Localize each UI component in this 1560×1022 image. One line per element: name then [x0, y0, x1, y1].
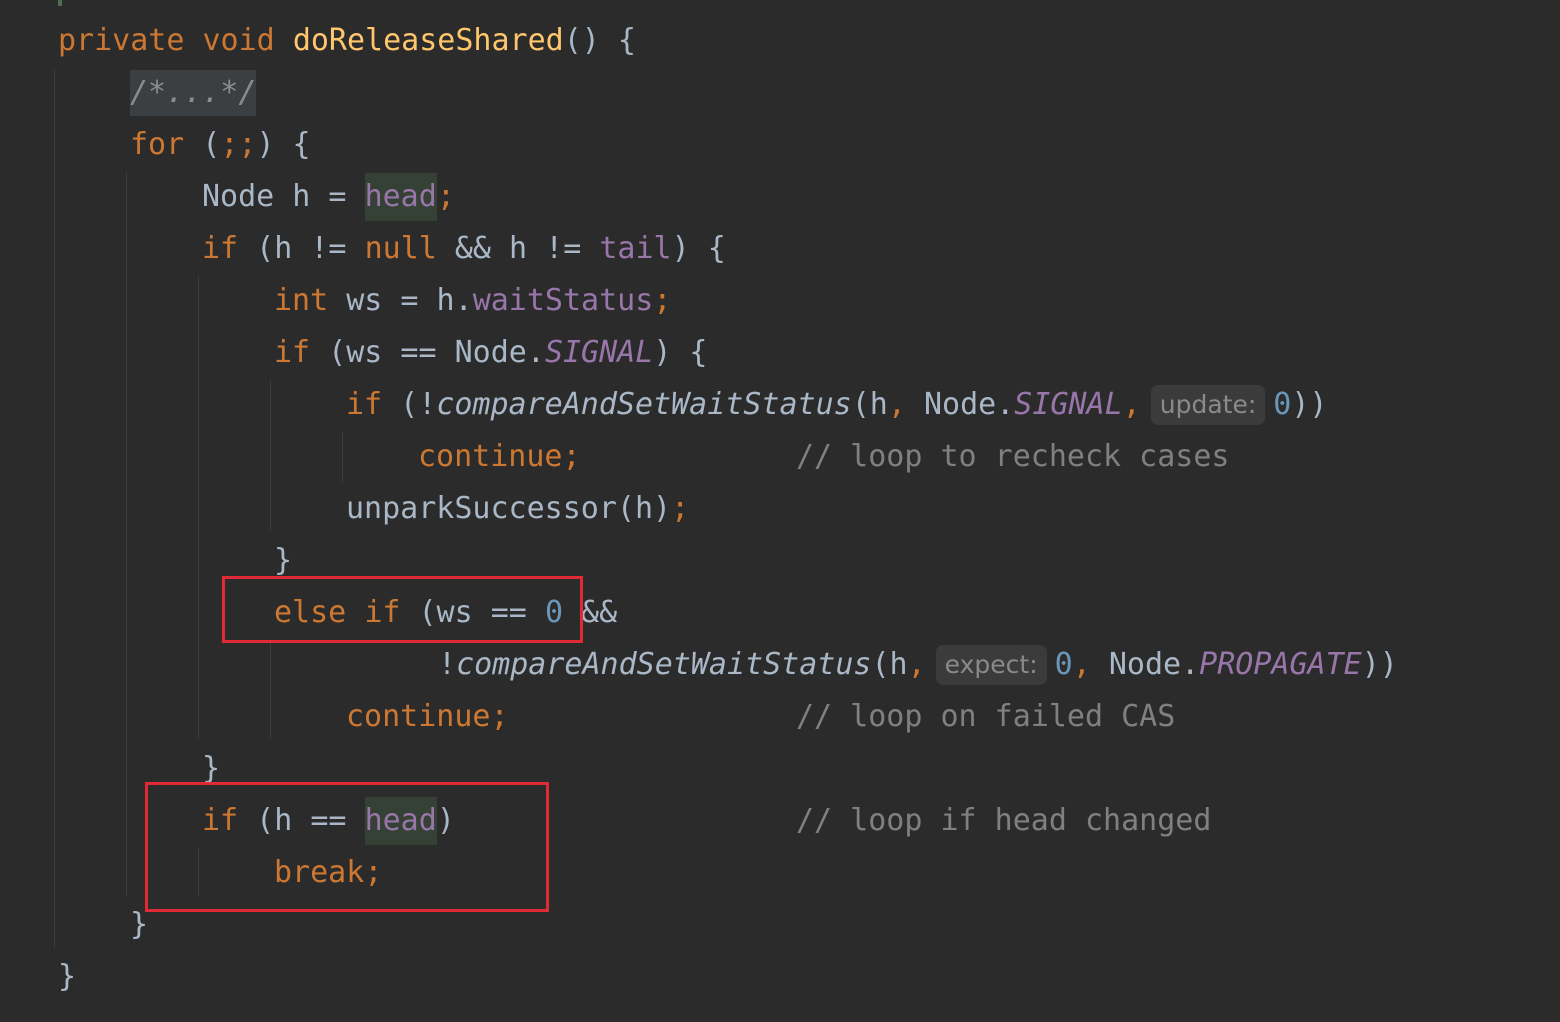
code-text: )) [1361, 647, 1398, 682]
code-text: ! [438, 647, 457, 682]
code-text: (h != [238, 231, 365, 266]
annotation-box-else-if [222, 576, 583, 643]
folded-comment[interactable]: /*...*/ [130, 70, 257, 116]
semicolon: ; [490, 699, 509, 734]
semicolon: ; [562, 439, 581, 474]
code-editor[interactable]: private void doReleaseShared() { /*...*/… [0, 0, 1560, 1022]
semicolon: ; [653, 283, 672, 318]
code-text: ( [184, 127, 221, 162]
code-text: ) { [653, 335, 708, 370]
comment-loop-recheck: // loop to recheck cases [796, 439, 1230, 474]
code-text: () { [563, 23, 636, 58]
code-text: Node. [1090, 647, 1200, 682]
comma: , [887, 387, 906, 422]
code-text: Node. [905, 387, 1015, 422]
code-text: } [274, 543, 293, 578]
code-text: (h [851, 387, 888, 422]
code-text: ws = h. [328, 283, 473, 318]
indent-guide [270, 380, 271, 530]
comma: , [907, 647, 926, 682]
code-line-cas-propagate[interactable]: !compareAndSetWaitStatus(h, expect: 0, Nod… [438, 639, 1398, 691]
parameter-hint-expect: expect: [935, 645, 1047, 685]
keyword-if: if [274, 335, 311, 370]
code-text: unparkSuccessor(h) [346, 491, 672, 526]
code-text: Node h = [202, 179, 365, 214]
code-line-unpark[interactable]: unparkSuccessor(h); [346, 483, 689, 535]
comment-loop-failed-cas: // loop on failed CAS [796, 699, 1176, 734]
code-line-continue-recheck[interactable]: continue; [418, 431, 581, 483]
code-line-if-null-tail[interactable]: if (h != null && h != tail) { [202, 223, 726, 275]
method-call-cas: compareAndSetWaitStatus [436, 387, 852, 422]
semicolons: ;; [220, 127, 257, 162]
code-text: ) { [256, 127, 311, 162]
code-text: (ws == Node. [310, 335, 545, 370]
constant-signal: SIGNAL [1014, 387, 1123, 422]
comma: , [1072, 647, 1091, 682]
keyword-if: if [202, 231, 239, 266]
code-text: (h [871, 647, 908, 682]
number-literal: 0 [1273, 387, 1292, 422]
code-line-int-ws[interactable]: int ws = h.waitStatus; [274, 275, 671, 327]
comma: , [1122, 387, 1141, 422]
code-line-node-h[interactable]: Node h = head; [202, 171, 455, 223]
indent-guide [270, 642, 271, 738]
keyword-int: int [274, 283, 329, 318]
comment-loop-head-changed: // loop if head changed [796, 803, 1212, 838]
code-text: } [202, 751, 221, 786]
code-text: } [58, 959, 77, 994]
indent-guide [126, 172, 127, 896]
field-head-highlighted: head [364, 173, 437, 221]
annotation-box-if-head-break [145, 782, 549, 912]
semicolon: ; [436, 179, 455, 214]
code-text: (! [382, 387, 437, 422]
gutter-change-marker [58, 0, 62, 6]
keyword-null: null [364, 231, 437, 266]
code-line-close-brace[interactable]: } [58, 951, 76, 1003]
field-waitstatus: waitStatus [472, 283, 654, 318]
number-literal: 0 [1054, 647, 1073, 682]
code-line-for-loop[interactable]: for (;;) { [130, 119, 311, 171]
indent-guide [198, 276, 199, 738]
code-line-continue-cas[interactable]: continue; [346, 691, 509, 743]
constant-signal: SIGNAL [544, 335, 654, 370]
code-text: ) { [671, 231, 726, 266]
code-text: } [130, 907, 149, 942]
keyword-private: private [58, 23, 185, 58]
code-line-folded-comment[interactable]: /*...*/ [130, 67, 257, 119]
method-call-cas: compareAndSetWaitStatus [456, 647, 872, 682]
constant-propagate: PROPAGATE [1199, 647, 1362, 682]
code-line-cas-signal[interactable]: if (!compareAndSetWaitStatus(h, Node.SIG… [346, 379, 1327, 431]
keyword-void: void [202, 23, 275, 58]
code-text: )) [1291, 387, 1328, 422]
keyword-for: for [130, 127, 185, 162]
indent-guide [342, 432, 343, 482]
method-name: doReleaseShared [292, 23, 564, 58]
indent-guide [54, 70, 55, 948]
keyword-continue: continue [418, 439, 563, 474]
code-line-if-signal[interactable]: if (ws == Node.SIGNAL) { [274, 327, 708, 379]
keyword-continue: continue [346, 699, 491, 734]
keyword-if: if [346, 387, 383, 422]
code-text: && h != [436, 231, 600, 266]
field-tail: tail [599, 231, 672, 266]
parameter-hint-update: update: [1150, 385, 1266, 425]
semicolon: ; [671, 491, 690, 526]
code-line-method-signature[interactable]: private void doReleaseShared() { [58, 15, 636, 67]
